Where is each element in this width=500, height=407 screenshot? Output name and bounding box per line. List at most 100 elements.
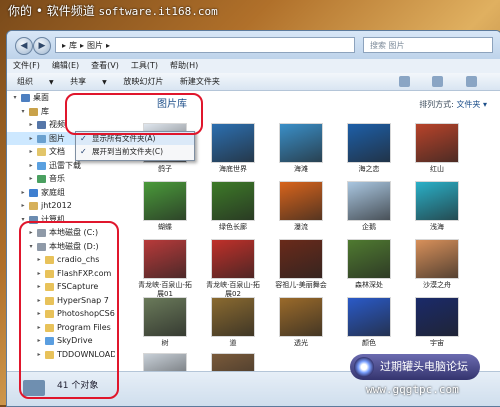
photo-label: 树 — [161, 339, 169, 347]
photo-thumbnail[interactable] — [415, 297, 459, 337]
watermark-prefix: 你的 • 软件频道 — [8, 4, 95, 18]
download-icon — [37, 161, 46, 170]
breadcrumb-item[interactable]: 图片 — [87, 41, 103, 50]
sidebar-item-label: 桌面 — [33, 93, 49, 102]
photo-label: 鸽子 — [158, 165, 172, 173]
collapse-arrow-icon[interactable]: ▸ — [19, 199, 27, 213]
highlight-annotation-menu — [65, 93, 203, 135]
video-icon — [37, 121, 46, 129]
context-menu-item[interactable]: ✓ 展开到当前文件夹(C) — [76, 145, 194, 158]
documents-icon — [37, 148, 46, 156]
sidebar-item[interactable]: ▸ 家庭组 — [7, 186, 115, 200]
sidebar-item-label: 家庭组 — [41, 187, 65, 197]
photo-label: 沙漠之舟 — [423, 281, 451, 289]
sidebar-item-label: 文档 — [49, 147, 65, 156]
photo-thumbnail[interactable] — [279, 297, 323, 337]
forum-logo-icon — [354, 357, 374, 377]
arrange-by[interactable]: 排列方式: 文件夹 ▾ — [419, 99, 487, 110]
forum-watermark: 过期罐头电脑论坛 — [350, 354, 480, 380]
photo-thumbnail[interactable] — [211, 181, 255, 221]
photo-thumbnail[interactable] — [279, 239, 323, 279]
arrange-value[interactable]: 文件夹 ▾ — [456, 100, 487, 109]
photo-label: 绿色长廊 — [219, 223, 247, 231]
explorer-window: ◀ ▶ ▸ 库 ▸ 图片 ▸ 搜索 图片 文件(F) 编辑(E) 查看(V) 工具(T) 帮助(… — [6, 30, 500, 407]
sidebar-item-label: 音乐 — [49, 174, 65, 183]
photo-label: 海底世界 — [219, 165, 247, 173]
context-menu-label: 显示所有文件夹(A) — [92, 134, 156, 143]
photo-thumbnail[interactable] — [347, 239, 391, 279]
menu-bar: 文件(F) 编辑(E) 查看(V) 工具(T) 帮助(H) — [7, 59, 500, 73]
menu-item[interactable]: 编辑(E) — [52, 61, 79, 70]
photo-thumbnail[interactable] — [143, 181, 187, 221]
sidebar-item-label: 图片 — [49, 133, 65, 143]
collapse-arrow-icon[interactable]: ▸ — [27, 118, 35, 132]
slideshow-button[interactable]: 放映幻灯片 — [123, 77, 163, 86]
desktop-icon — [21, 94, 30, 102]
photo-label: 海之恋 — [358, 165, 380, 173]
forward-button[interactable]: ▶ — [33, 37, 51, 55]
photo-thumbnail[interactable] — [415, 123, 459, 163]
music-icon — [37, 175, 46, 183]
context-menu: ✓ 显示所有文件夹(A) ✓ 展开到当前文件夹(C) — [75, 131, 195, 161]
breadcrumb-item[interactable]: ▸ — [106, 41, 110, 50]
photo-thumbnail[interactable] — [211, 123, 255, 163]
photo-thumbnail[interactable] — [347, 181, 391, 221]
menu-item[interactable]: 文件(F) — [13, 61, 40, 70]
organize-button[interactable]: 组织 ▼ — [17, 77, 54, 86]
share-button[interactable]: 共享 ▼ — [70, 77, 107, 86]
menu-item[interactable]: 查看(V) — [91, 61, 119, 70]
breadcrumb-item[interactable]: 库 — [69, 41, 77, 50]
collapse-arrow-icon[interactable]: ▸ — [27, 159, 35, 173]
photo-thumbnail[interactable] — [347, 297, 391, 337]
photo-label: 颜色 — [362, 339, 376, 347]
photo-thumbnail[interactable] — [143, 239, 187, 279]
photo-thumbnail[interactable] — [415, 181, 459, 221]
photo-thumbnail[interactable] — [211, 353, 255, 371]
library-icon — [29, 107, 38, 116]
expand-arrow-icon[interactable]: ▾ — [11, 91, 19, 105]
preview-pane-icon[interactable] — [432, 76, 444, 87]
sidebar-item-label: 库 — [41, 106, 49, 116]
pictures-icon — [37, 134, 46, 143]
back-button[interactable]: ◀ — [15, 37, 33, 55]
address-bar[interactable]: ▸ 库 ▸ 图片 ▸ — [55, 37, 355, 53]
photo-thumbnail[interactable] — [143, 297, 187, 337]
collapse-arrow-icon[interactable]: ▸ — [27, 172, 35, 186]
new-folder-button[interactable]: 新建文件夹 — [180, 77, 220, 86]
homegroup-icon — [29, 188, 38, 197]
organize-label: 组织 — [17, 77, 33, 86]
photo-label: 红山 — [430, 165, 444, 173]
photo-label: 企鹅 — [362, 223, 376, 231]
toolbar: 组织 ▼ 共享 ▼ 放映幻灯片 新建文件夹 — [7, 73, 500, 91]
chevron-down-icon: ▼ — [102, 79, 107, 86]
forum-name: 过期罐头电脑论坛 — [380, 360, 468, 373]
search-input[interactable]: 搜索 图片 — [363, 37, 493, 53]
photo-thumbnail[interactable] — [211, 297, 255, 337]
sidebar-item[interactable]: ▸ jht2012 — [7, 199, 115, 213]
breadcrumb-item[interactable]: ▸ — [80, 41, 84, 50]
photo-thumbnail[interactable] — [415, 239, 459, 279]
photo-label: 道 — [229, 339, 237, 347]
photo-label: 森林深处 — [355, 281, 383, 289]
photo-label: 蝴蝶 — [158, 223, 172, 231]
breadcrumb-item[interactable]: ▸ — [62, 41, 66, 50]
expand-arrow-icon[interactable]: ▾ — [19, 105, 27, 119]
photo-thumbnail[interactable] — [279, 123, 323, 163]
sidebar-item[interactable]: ▸ 音乐 — [7, 172, 115, 186]
photo-label: 瀑流 — [294, 223, 308, 231]
collapse-arrow-icon[interactable]: ▸ — [19, 186, 27, 200]
photo-thumbnail[interactable] — [211, 239, 255, 279]
collapse-arrow-icon[interactable]: ▸ — [27, 132, 35, 146]
chevron-down-icon: ▼ — [49, 79, 54, 86]
menu-item[interactable]: 帮助(H) — [170, 61, 198, 70]
view-mode-icon[interactable] — [398, 76, 410, 87]
sidebar-item-label: 视频 — [49, 120, 65, 129]
photo-label: 宇宙 — [430, 339, 444, 347]
collapse-arrow-icon[interactable]: ▸ — [27, 145, 35, 159]
help-icon[interactable] — [466, 76, 477, 87]
menu-item[interactable]: 工具(T) — [131, 61, 158, 70]
photo-thumbnail[interactable] — [347, 123, 391, 163]
forum-url: www.gqgtpc.com — [366, 383, 459, 396]
photo-thumbnail[interactable] — [143, 353, 187, 371]
photo-thumbnail[interactable] — [279, 181, 323, 221]
